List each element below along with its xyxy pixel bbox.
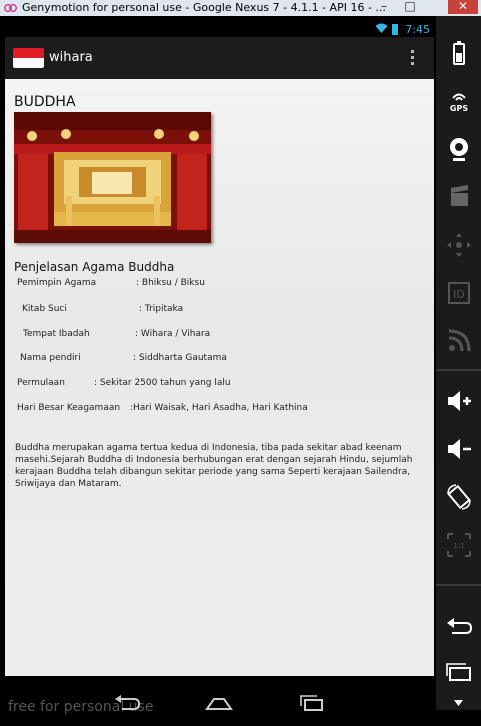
device-id-icon[interactable]: ID — [444, 278, 474, 308]
remote-control-icon[interactable] — [444, 230, 474, 260]
temple-photo — [14, 112, 211, 243]
close-window-button[interactable]: ✕ — [448, 0, 478, 14]
info-value-pemimpin: : Bhiksu / Biksu — [136, 278, 205, 288]
info-value-permulaan: : Sekitar 2500 tahun yang lalu — [94, 378, 231, 388]
info-value-hari-besar: :Hari Waisak, Hari Asadha, Hari Kathina — [130, 403, 308, 413]
minimize-button[interactable]: – — [371, 0, 397, 14]
info-label-pemimpin: Pemimpin Agama — [17, 278, 97, 288]
window-title: Genymotion for personal use - Google Nex… — [22, 1, 386, 14]
info-value-tempat: : Wihara / Vihara — [135, 329, 211, 339]
info-label-pendiri: Nama pendiri — [20, 353, 81, 363]
panel-divider-2 — [436, 584, 481, 586]
device-screen: 7:45 wihara BUDDHA Penjelasan Agama Budd… — [0, 16, 436, 726]
home-icon[interactable] — [204, 694, 234, 712]
svg-text:ID: ID — [453, 288, 465, 301]
main-content: BUDDHA Penjelasan Agama Buddha Pemimpin … — [5, 79, 434, 676]
section-title: Penjelasan Agama Buddha — [14, 260, 175, 274]
app-title: wihara — [49, 50, 93, 65]
info-label-permulaan: Permulaan — [17, 378, 65, 388]
panel-divider — [436, 369, 481, 371]
gps-icon[interactable]: GPS — [444, 86, 474, 116]
screencast-icon[interactable] — [444, 182, 474, 212]
info-value-kitab: : Tripitaka — [139, 304, 184, 314]
description-text: Buddha merupakan agama tertua kedua di I… — [15, 443, 413, 489]
pixel-perfect-icon[interactable]: 1:1 — [444, 530, 474, 560]
info-label-tempat: Tempat Ibadah — [23, 329, 90, 339]
info-label-kitab: Kitab Suci — [22, 304, 67, 314]
svg-text:GPS: GPS — [450, 104, 468, 113]
action-bar: wihara — [5, 37, 434, 79]
chevron-down-icon[interactable] — [454, 700, 463, 706]
rotate-screen-icon[interactable] — [444, 482, 474, 512]
info-value-pendiri: : Siddharta Gautama — [133, 353, 227, 363]
recent-apps-button-icon[interactable] — [444, 658, 474, 688]
emulator-side-panel: GPS ID 1:1 — [436, 16, 481, 710]
webcam-icon[interactable] — [444, 134, 474, 164]
volume-up-icon[interactable] — [444, 386, 474, 416]
status-time: 7:45 — [405, 23, 430, 36]
battery-icon — [392, 24, 398, 35]
overflow-menu-icon[interactable] — [411, 50, 414, 68]
navigation-bar: free for personal use — [0, 676, 436, 726]
rss-feed-icon[interactable] — [444, 326, 474, 356]
back-button-icon[interactable] — [444, 612, 474, 642]
indonesia-flag-icon[interactable] — [13, 48, 44, 68]
window-titlebar: Genymotion for personal use - Google Nex… — [0, 0, 481, 17]
page-heading: BUDDHA — [14, 94, 76, 110]
recent-apps-icon[interactable] — [296, 694, 326, 712]
wifi-icon — [375, 23, 388, 33]
status-bar: 7:45 — [5, 22, 434, 37]
svg-text:1:1: 1:1 — [453, 542, 464, 550]
maximize-button[interactable]: □ — [397, 0, 423, 14]
battery-control-icon[interactable] — [444, 38, 474, 68]
genymotion-logo-icon — [4, 4, 17, 12]
volume-down-icon[interactable] — [444, 434, 474, 464]
back-icon[interactable] — [112, 694, 142, 712]
info-label-hari-besar: Hari Besar Keagamaan — [17, 403, 121, 413]
